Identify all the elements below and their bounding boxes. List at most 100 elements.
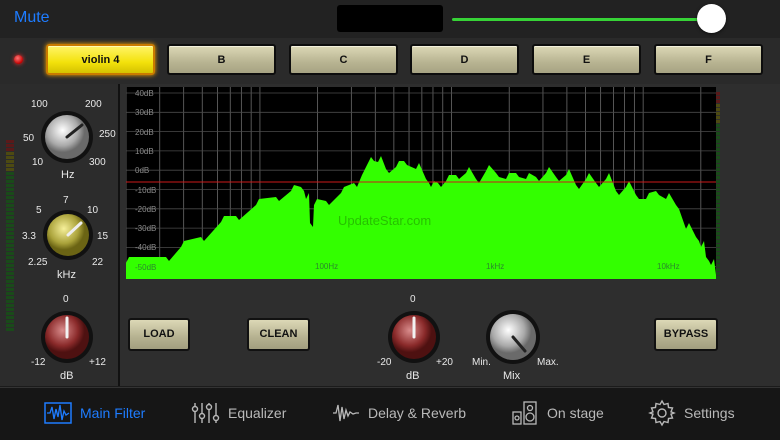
mix-knob[interactable] [485,309,541,365]
meter-segment [716,224,720,227]
hz-scale-200: 200 [85,99,102,110]
meter-segment [6,292,14,295]
gain-left-label: dB [60,370,74,382]
khz-knob[interactable] [42,209,94,261]
meter-segment [716,248,720,251]
meter-segment [716,188,720,191]
hz-knob-label: Hz [61,169,75,181]
tab-on-stage[interactable]: On stage [511,398,604,428]
meter-segment [716,276,720,279]
meter-segment [716,252,720,255]
meter-segment [6,280,14,283]
meter-segment [716,100,720,103]
db-label: -30dB [135,224,157,234]
freq-label-100hz: 100Hz [315,262,339,271]
meter-segment [6,240,14,243]
meter-segment [716,236,720,239]
meter-segment [716,132,720,135]
meter-segment [6,176,14,179]
meter-segment [6,324,14,327]
meter-segment [6,328,14,331]
meter-segment [716,160,720,163]
meter-segment [6,260,14,263]
meter-segment [716,228,720,231]
meter-segment [6,300,14,303]
equalizer-sliders-icon [191,403,220,423]
tab-settings[interactable]: Settings [648,398,735,428]
level-meter-left [6,140,14,331]
meter-segment [716,140,720,143]
tab-delay-reverb[interactable]: Delay & Reverb [332,398,466,428]
meter-segment [6,228,14,231]
meter-segment [6,224,14,227]
khz-scale-15: 15 [97,231,109,242]
meter-segment [716,172,720,175]
meter-segment [716,232,720,235]
meter-segment [716,268,720,271]
meter-segment [6,140,14,143]
clean-button[interactable]: CLEAN [247,318,310,351]
db-label: 30dB [135,108,154,118]
preset-button-f[interactable]: F [654,44,763,75]
preset-button-a[interactable]: violin 4 [46,44,155,75]
status-led-icon [14,55,23,64]
meter-segment [6,216,14,219]
meter-segment [716,184,720,187]
meter-segment [716,196,720,199]
mute-button[interactable]: Mute [14,9,50,27]
db-label: -50dB [135,262,157,272]
db-label: -20dB [135,204,157,214]
volume-slider-handle[interactable] [697,4,726,33]
gain-mid-scale-0: 0 [410,294,416,305]
meter-segment [6,248,14,251]
gain-knob-left[interactable] [40,310,94,364]
volume-slider-track[interactable] [452,18,712,21]
meter-segment [6,196,14,199]
meter-segment [6,168,14,171]
meter-segment [716,108,720,111]
tab-settings-label: Settings [684,405,735,421]
watermark: UpdateStar.com [338,213,432,228]
meter-segment [6,272,14,275]
meter-segment [716,136,720,139]
meter-segment [6,264,14,267]
meter-segment [716,264,720,267]
meter-segment [6,144,14,147]
meter-segment [6,276,14,279]
meter-segment [716,220,720,223]
meter-segment [716,176,720,179]
preset-button-b[interactable]: B [167,44,276,75]
meter-segment [6,284,14,287]
reverb-wave-icon [333,404,359,422]
meter-segment [716,180,720,183]
meter-segment [716,148,720,151]
load-button[interactable]: LOAD [128,318,190,351]
meter-segment [6,148,14,151]
preset-button-d[interactable]: D [410,44,519,75]
bypass-button[interactable]: BYPASS [654,318,718,351]
meter-segment [6,244,14,247]
preset-button-c[interactable]: C [289,44,398,75]
tab-equalizer[interactable]: Equalizer [190,398,286,428]
meter-segment [716,120,720,123]
gain-left-scale-0: 0 [63,294,69,305]
meter-segment [716,192,720,195]
meter-segment [716,272,720,275]
meter-segment [6,236,14,239]
display-box [337,5,443,32]
db-label: 20dB [135,127,154,137]
meter-segment [6,256,14,259]
panel-divider [118,84,120,386]
db-label: -40dB [135,243,157,253]
meter-segment [716,208,720,211]
meter-segment [6,200,14,203]
hz-knob[interactable] [40,110,94,164]
tab-main-filter[interactable]: Main Filter [44,398,145,428]
meter-segment [6,164,14,167]
meter-segment [6,316,14,319]
hz-scale-250: 250 [99,129,116,140]
meter-segment [716,168,720,171]
khz-scale-3-3: 3.3 [22,231,36,242]
preset-button-e[interactable]: E [532,44,641,75]
gain-knob-mid[interactable] [387,310,441,364]
